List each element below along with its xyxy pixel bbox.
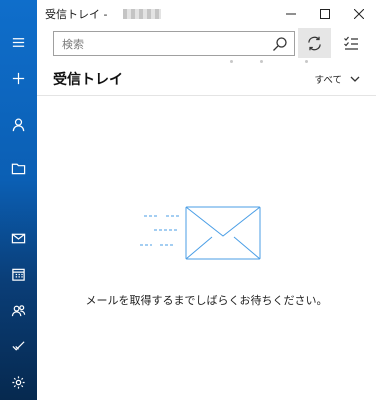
switch-to-todo-button[interactable] [0, 327, 37, 363]
filter-label: すべて [314, 75, 342, 86]
settings-icon [12, 375, 25, 389]
search-box [53, 31, 295, 56]
people-icon [11, 304, 26, 316]
hamburger-menu-button[interactable] [0, 24, 37, 60]
empty-state-message: メールを取得するまでしばらくお待ちください。 [85, 294, 328, 307]
title-bar: 受信トレイ - [37, 0, 376, 28]
selection-mode-button[interactable] [334, 28, 367, 58]
close-button[interactable] [342, 0, 376, 28]
loading-dot [305, 60, 308, 63]
window-title: 受信トレイ - [45, 8, 108, 21]
search-icon [273, 37, 287, 51]
filter-dropdown[interactable]: すべて [315, 72, 360, 86]
hamburger-icon [12, 37, 25, 47]
envelope-illustration [140, 203, 264, 263]
folder-icon [11, 163, 26, 174]
navigation-rail [0, 0, 37, 400]
plus-icon [12, 72, 25, 84]
loading-dots [37, 60, 376, 64]
todo-icon [12, 340, 25, 351]
search-button[interactable] [272, 36, 288, 52]
maximize-icon [320, 9, 330, 19]
minimize-button[interactable] [274, 0, 308, 28]
loading-dot [260, 60, 263, 63]
person-icon [12, 118, 25, 131]
header-divider [37, 95, 376, 96]
switch-to-calendar-button[interactable] [0, 256, 37, 292]
envelope-icon [140, 206, 261, 260]
calendar-icon [12, 268, 25, 281]
switch-to-people-button[interactable] [0, 292, 37, 328]
settings-button[interactable] [0, 364, 37, 400]
accounts-button[interactable] [0, 106, 37, 142]
loading-dot [230, 60, 233, 63]
sync-button[interactable] [298, 28, 331, 58]
folder-title: 受信トレイ [53, 72, 123, 88]
window-controls [274, 0, 376, 28]
switch-to-mail-button[interactable] [0, 220, 37, 256]
mail-icon [11, 233, 26, 243]
sync-icon [308, 36, 321, 50]
redacted-account-name [123, 9, 162, 19]
search-input[interactable] [62, 36, 262, 52]
new-mail-button[interactable] [0, 60, 37, 96]
maximize-button[interactable] [308, 0, 342, 28]
select-mode-icon [343, 36, 358, 50]
minimize-icon [286, 13, 296, 15]
chevron-down-icon [350, 76, 360, 82]
folders-button[interactable] [0, 150, 37, 186]
close-icon [354, 9, 364, 19]
